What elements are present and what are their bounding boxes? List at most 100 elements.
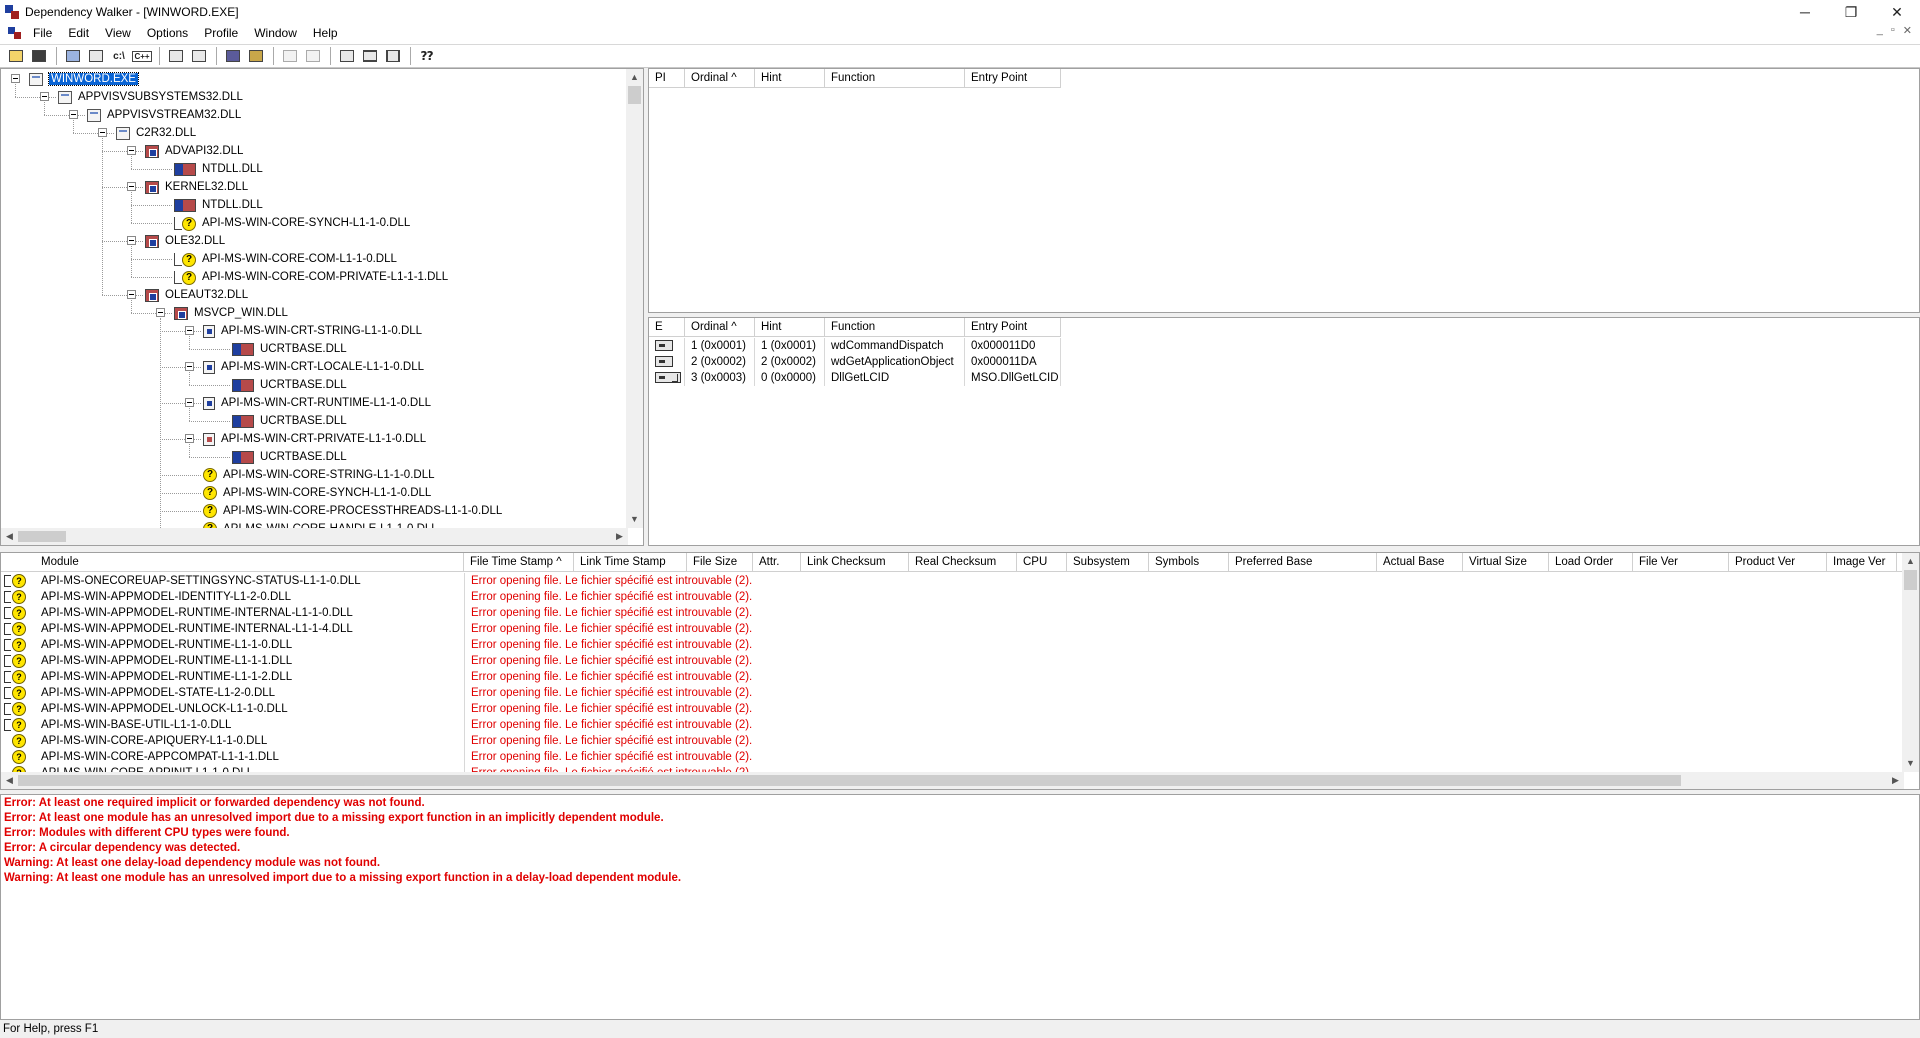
tree-node[interactable]: ? API-MS-WIN-CORE-PROCESSTHREADS-L1-1-0.D…: [203, 502, 502, 520]
restore-button[interactable]: ❐: [1828, 0, 1874, 24]
mdi-minimize-button[interactable]: _: [1877, 24, 1883, 37]
scroll-left-arrow-icon[interactable]: ◀: [1, 528, 18, 545]
exports-col-entry-point[interactable]: Entry Point: [965, 318, 1061, 337]
module-col-cpu[interactable]: CPU: [1017, 553, 1067, 572]
close-button[interactable]: ✕: [1874, 0, 1920, 24]
collapse-toggle-icon[interactable]: [185, 434, 194, 443]
menu-edit[interactable]: Edit: [61, 22, 98, 44]
module-col-module[interactable]: Module: [1, 553, 464, 572]
export-row[interactable]: 2 (0x0002) 2 (0x0002) wdGetApplicationObje…: [649, 354, 1061, 370]
module-row[interactable]: ? API-MS-ONECOREUAP-SETTINGSYNC-STATUS-L1…: [1, 573, 752, 589]
menu-options[interactable]: Options: [140, 22, 197, 44]
tree-node[interactable]: APPVISVSTREAM32.DLL: [87, 106, 241, 124]
tree-horizontal-scrollbar[interactable]: ◀ ▶: [1, 528, 628, 545]
tree-node[interactable]: ? API-MS-WIN-CORE-COM-PRIVATE-L1-1-1.DLL: [174, 268, 448, 286]
module-row[interactable]: ? API-MS-WIN-APPMODEL-STATE-L1-2-0.DLL Err…: [1, 685, 752, 701]
module-col-load-order[interactable]: Load Order: [1549, 553, 1633, 572]
collapse-toggle-icon[interactable]: [185, 326, 194, 335]
module-col-link-time-stamp[interactable]: Link Time Stamp: [574, 553, 687, 572]
tree-node[interactable]: UCRTBASE.DLL: [232, 412, 347, 430]
view-ordinals-button[interactable]: [166, 47, 186, 65]
exports-col-function[interactable]: Function: [825, 318, 965, 337]
scroll-up-arrow-icon[interactable]: ▲: [1902, 553, 1919, 570]
module-row[interactable]: ? API-MS-WIN-CORE-APPCOMPAT-L1-1-1.DLL Err…: [1, 749, 752, 765]
tile-horizontal-button[interactable]: [360, 47, 380, 65]
document-system-menu-icon[interactable]: [8, 26, 22, 40]
tree-node[interactable]: ? API-MS-WIN-CORE-SYNCH-L1-1-0.DLL: [174, 214, 410, 232]
exports-col-hint[interactable]: Hint: [755, 318, 825, 337]
module-col-attr[interactable]: Attr.: [753, 553, 801, 572]
collapse-toggle-icon[interactable]: [127, 146, 136, 155]
tree-node[interactable]: API-MS-WIN-CRT-PRIVATE-L1-1-0.DLL: [203, 430, 426, 448]
auto-expand-button[interactable]: [280, 47, 300, 65]
copy-path-button[interactable]: [86, 47, 106, 65]
module-row[interactable]: ? API-MS-WIN-APPMODEL-RUNTIME-L1-1-1.DLL E…: [1, 653, 752, 669]
context-help-button[interactable]: ⁇: [417, 47, 437, 65]
undecorate-cpp-button[interactable]: C++: [132, 47, 152, 65]
export-row[interactable]: 3 (0x0003) 0 (0x0000) DllGetLCID MSO.DllGet…: [649, 370, 1061, 386]
open-button[interactable]: [6, 47, 26, 65]
module-col-real-checksum[interactable]: Real Checksum: [909, 553, 1017, 572]
tree-node[interactable]: UCRTBASE.DLL: [232, 340, 347, 358]
mdi-close-button[interactable]: ✕: [1903, 24, 1912, 37]
module-list[interactable]: Module File Time Stamp ^ Link Time Stamp Fi…: [0, 552, 1920, 790]
tree-node[interactable]: NTDLL.DLL: [174, 196, 263, 214]
collapse-toggle-icon[interactable]: [40, 92, 49, 101]
tree-node[interactable]: API-MS-WIN-CRT-STRING-L1-1-0.DLL: [203, 322, 422, 340]
menu-window[interactable]: Window: [247, 22, 306, 44]
collapse-toggle-icon[interactable]: [185, 362, 194, 371]
module-row[interactable]: ? API-MS-WIN-APPMODEL-RUNTIME-INTERNAL-L1…: [1, 621, 752, 637]
module-row[interactable]: ? API-MS-WIN-APPMODEL-RUNTIME-L1-1-2.DLL E…: [1, 669, 752, 685]
module-row[interactable]: ? API-MS-WIN-APPMODEL-RUNTIME-L1-1-0.DLL E…: [1, 637, 752, 653]
tree-node[interactable]: C2R32.DLL: [116, 124, 196, 142]
module-vertical-scrollbar[interactable]: ▲ ▼: [1902, 553, 1919, 772]
module-col-image-ver[interactable]: Image Ver: [1827, 553, 1897, 572]
collapse-toggle-icon[interactable]: [127, 290, 136, 299]
tree-node[interactable]: API-MS-WIN-CRT-RUNTIME-L1-1-0.DLL: [203, 394, 431, 412]
module-col-product-ver[interactable]: Product Ver: [1729, 553, 1827, 572]
module-row[interactable]: ? API-MS-WIN-APPMODEL-UNLOCK-L1-1-0.DLL Er…: [1, 701, 752, 717]
find-button[interactable]: [63, 47, 83, 65]
menu-profile[interactable]: Profile: [197, 22, 247, 44]
tree-node[interactable]: KERNEL32.DLL: [145, 178, 248, 196]
scroll-down-arrow-icon[interactable]: ▼: [626, 511, 643, 528]
properties-button[interactable]: [223, 47, 243, 65]
collapse-toggle-icon[interactable]: [156, 308, 165, 317]
collapse-toggle-icon[interactable]: [127, 236, 136, 245]
minimize-button[interactable]: ─: [1782, 0, 1828, 24]
exports-list[interactable]: E Ordinal ^ Hint Function Entry Point 1 …: [648, 317, 1920, 546]
exports-col-ordinal[interactable]: Ordinal ^: [685, 318, 755, 337]
tree-node[interactable]: OLE32.DLL: [145, 232, 225, 250]
collapse-toggle-icon[interactable]: [11, 74, 20, 83]
tree-node[interactable]: ADVAPI32.DLL: [145, 142, 243, 160]
full-paths-button[interactable]: c:\: [109, 47, 129, 65]
tree-node[interactable]: ? API-MS-WIN-CORE-COM-L1-1-0.DLL: [174, 250, 397, 268]
imports-col-ordinal[interactable]: Ordinal ^: [685, 69, 755, 88]
imports-col-function[interactable]: Function: [825, 69, 965, 88]
tree-node[interactable]: UCRTBASE.DLL: [232, 376, 347, 394]
module-scroll-thumb[interactable]: [1904, 570, 1917, 590]
module-hscroll-thumb[interactable]: [18, 775, 1681, 786]
tree-node[interactable]: APPVISVSUBSYSTEMS32.DLL: [58, 88, 243, 106]
tree-node[interactable]: ? API-MS-WIN-CORE-STRING-L1-1-0.DLL: [203, 466, 435, 484]
collapse-toggle-icon[interactable]: [69, 110, 78, 119]
tree-scroll-thumb[interactable]: [628, 86, 641, 104]
view-duplicates-button[interactable]: [189, 47, 209, 65]
imports-col-pi[interactable]: PI: [649, 69, 685, 88]
module-col-file-size[interactable]: File Size: [687, 553, 753, 572]
tree-vertical-scrollbar[interactable]: ▲ ▼: [626, 69, 643, 528]
dependency-walker-app-icon[interactable]: [5, 5, 19, 19]
collapse-toggle-icon[interactable]: [185, 398, 194, 407]
tree-node[interactable]: ? API-MS-WIN-CORE-SYNCH-L1-1-0.DLL: [203, 484, 431, 502]
scroll-right-arrow-icon[interactable]: ▶: [1887, 772, 1904, 789]
external-viewer-button[interactable]: [246, 47, 266, 65]
scroll-up-arrow-icon[interactable]: ▲: [626, 69, 643, 86]
imports-col-entry-point[interactable]: Entry Point: [965, 69, 1061, 88]
collapse-toggle-icon[interactable]: [127, 182, 136, 191]
scroll-left-arrow-icon[interactable]: ◀: [1, 772, 18, 789]
module-col-subsystem[interactable]: Subsystem: [1067, 553, 1149, 572]
scroll-right-arrow-icon[interactable]: ▶: [611, 528, 628, 545]
tree-node[interactable]: NTDLL.DLL: [174, 160, 263, 178]
tree-node[interactable]: WINWORD.EXE: [29, 70, 139, 88]
parent-imports-list[interactable]: PI Ordinal ^ Hint Function Entry Point: [648, 68, 1920, 313]
